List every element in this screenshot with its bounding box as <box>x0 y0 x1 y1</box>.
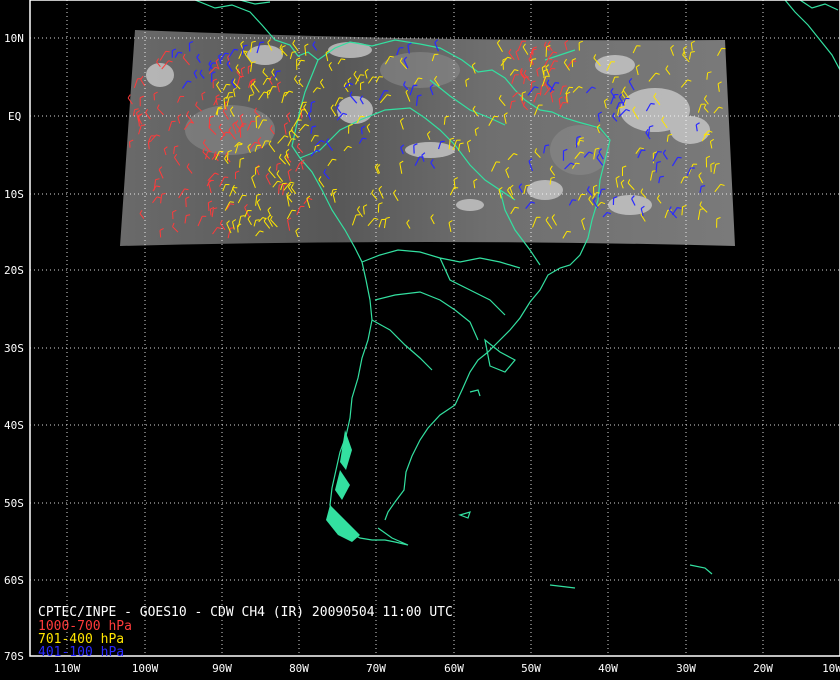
lon-label-30w: 30W <box>676 662 696 675</box>
lon-label-90w: 90W <box>212 662 232 675</box>
map-title: CPTEC/INPE - GOES10 - CDW CH4 (IR) 20090… <box>38 605 453 620</box>
lon-label-80w: 80W <box>289 662 309 675</box>
legend-upper-level: 401-100 hPa <box>38 645 124 660</box>
lon-label-100w: 100W <box>132 662 159 675</box>
lat-label-70s: 70S <box>4 650 24 663</box>
lat-label-40s: 40S <box>4 419 24 432</box>
lat-label-20s: 20S <box>4 264 24 277</box>
lon-label-40w: 40W <box>598 662 618 675</box>
lon-label-50w: 50W <box>521 662 541 675</box>
lat-label-eq: EQ <box>8 110 21 123</box>
lat-label-30s: 30S <box>4 342 24 355</box>
lon-label-60w: 60W <box>444 662 464 675</box>
longitude-labels: 110W 100W 90W 80W 70W 60W 50W 40W 30W 20… <box>54 662 840 675</box>
lon-label-70w: 70W <box>366 662 386 675</box>
patagonia-islands <box>326 430 360 542</box>
lon-label-10w: 10W <box>822 662 840 675</box>
map-frame: 10N EQ 10S 20S 30S 40S 50S 60S 70S 110W … <box>4 0 840 675</box>
lat-label-10n: 10N <box>4 32 24 45</box>
lon-label-110w: 110W <box>54 662 81 675</box>
latitude-labels: 10N EQ 10S 20S 30S 40S 50S 60S 70S <box>4 32 24 663</box>
lon-label-20w: 20W <box>753 662 773 675</box>
lat-label-10s: 10S <box>4 188 24 201</box>
lat-label-50s: 50S <box>4 497 24 510</box>
lat-label-60s: 60S <box>4 574 24 587</box>
